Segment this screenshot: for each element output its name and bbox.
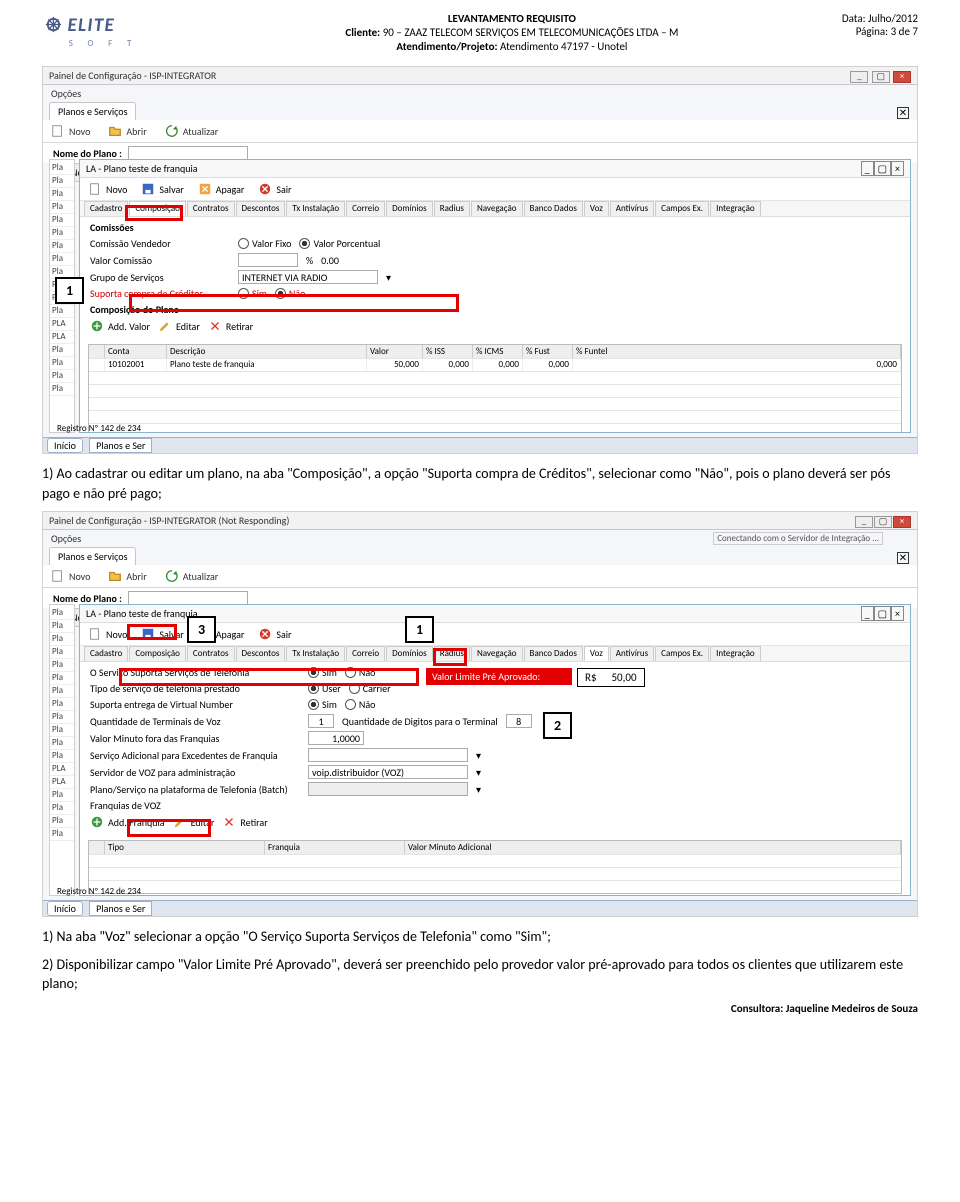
svg-text:S O F T: S O F T — [69, 39, 138, 49]
table-row[interactable]: 10102001 Plano teste de franquia 50,000 … — [89, 358, 901, 371]
paragraph-2a: 1) Na aba "Voz" selecionar a opção "O Se… — [42, 927, 918, 947]
window-title: Painel de Configuração - ISP-INTEGRATOR … — [49, 514, 289, 527]
window-title: Painel de Configuração - ISP-INTEGRATOR — [49, 69, 216, 82]
min-icon[interactable]: _ — [861, 161, 874, 176]
header-right: Data: Julho/2012 Página: 3 de 7 — [842, 10, 918, 38]
menu-opcoes[interactable]: Opções — [43, 85, 917, 102]
window-buttons: _ ▢ × — [849, 69, 911, 83]
taskbar-planos[interactable]: Planos e Ser — [89, 438, 152, 453]
footer-consultora: Consultora: Jaqueline Medeiros de Souza — [42, 1002, 918, 1015]
callout-1: 1 — [55, 277, 84, 304]
elite-soft-logo: ELITE S O F T — [42, 12, 182, 60]
novo-button[interactable]: Novo — [51, 124, 90, 138]
highlight-servico-telefonia — [119, 668, 419, 686]
grupo-select[interactable]: INTERNET VIA RADIO — [238, 270, 378, 284]
max-icon[interactable]: ▢ — [874, 161, 891, 176]
valor-fixo-radio[interactable]: Valor Fixo — [238, 237, 291, 250]
franquias-grid: Tipo Franquia Valor Minuto Adicional — [88, 840, 902, 894]
svg-text:ELITE: ELITE — [67, 14, 115, 37]
registro-counter: Registro Nº 142 de 234 — [57, 423, 141, 434]
callout-1b: 1 — [405, 616, 434, 643]
highlight-suporta-creditos — [129, 294, 459, 312]
callout-2: 2 — [543, 712, 572, 739]
paragraph-1: 1) Ao cadastrar ou editar um plano, na a… — [42, 464, 918, 503]
inner-tabs[interactable]: CadastroComposição ContratosDescontosTx … — [80, 201, 910, 217]
connecting-label: Conectando com o Servidor de Integração … — [713, 532, 883, 545]
project-line: Atendimento/Projeto: Atendimento 47197 -… — [182, 40, 842, 54]
nome-plano-label: Nome do Plano : — [53, 147, 122, 160]
valor-perc-radio[interactable]: Valor Porcentual — [299, 237, 380, 250]
valor-comissao-input[interactable] — [238, 253, 298, 267]
inner-salvar[interactable]: Salvar — [141, 182, 183, 196]
add-valor-button[interactable]: Add. Valor — [90, 319, 150, 333]
paragraph-2b: 2) Disponibilizar campo "Valor Limite Pr… — [42, 955, 918, 994]
retirar-button[interactable]: Retirar — [208, 319, 253, 333]
inner-window-2: LA - Plano teste de franquia _▢× Novo Sa… — [79, 604, 911, 896]
client-line: Cliente: 90 – ZAAZ TELECOM SERVIÇOS EM T… — [182, 26, 842, 40]
tab-close-icon[interactable]: ✕ — [897, 107, 909, 119]
doc-title: LEVANTAMENTO REQUISITO — [182, 12, 842, 26]
min-icon[interactable]: _ — [850, 71, 868, 83]
tab-planos[interactable]: Planos e Serviços — [49, 102, 136, 120]
label-pre-aprovado: Valor Limite Pré Aprovado: — [426, 668, 572, 685]
taskbar-inicio[interactable]: Início — [47, 438, 83, 453]
close-icon[interactable]: × — [891, 161, 904, 176]
highlight-salvar — [127, 624, 177, 640]
inner-apagar[interactable]: Apagar — [198, 182, 245, 196]
screenshot-1: Painel de Configuração - ISP-INTEGRATOR … — [42, 66, 918, 454]
highlight-voz-tab — [433, 648, 467, 666]
close-icon[interactable]: × — [893, 71, 911, 83]
max-icon[interactable]: ▢ — [872, 71, 890, 83]
callout-3: 3 — [187, 616, 216, 643]
inner1-title: LA - Plano teste de franquia — [86, 162, 198, 175]
highlight-composicao-tab — [125, 205, 183, 221]
screenshot-2: Painel de Configuração - ISP-INTEGRATOR … — [42, 511, 918, 917]
abrir-button[interactable]: Abrir — [108, 124, 146, 138]
highlight-add-franquia — [127, 819, 211, 837]
header-center: LEVANTAMENTO REQUISITO Cliente: 90 – ZAA… — [182, 10, 842, 53]
inner-novo[interactable]: Novo — [88, 182, 127, 196]
editar-button[interactable]: Editar — [158, 319, 200, 333]
comp-grid: Conta Descrição Valor % ISS % ICMS % Fus… — [88, 344, 902, 433]
atualizar-button[interactable]: Atualizar — [165, 124, 219, 138]
pre-aprovado-currency: R$ 50,00 — [577, 668, 645, 687]
inner-sair[interactable]: Sair — [258, 182, 291, 196]
nome-plano-input[interactable] — [128, 146, 248, 160]
